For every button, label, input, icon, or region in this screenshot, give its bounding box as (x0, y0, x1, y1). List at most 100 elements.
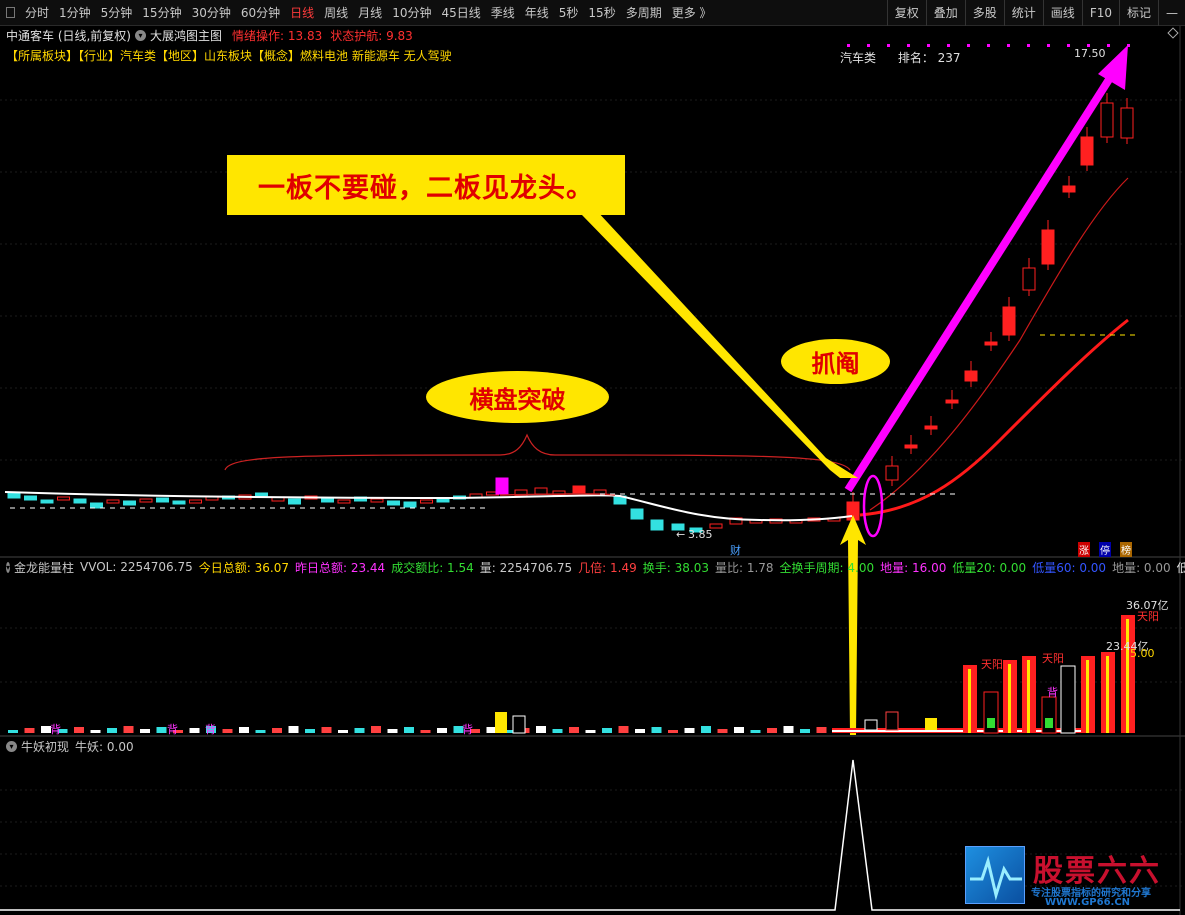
vol-item: 地量: 0.00 (1112, 560, 1171, 575)
bull-settings-icon[interactable]: ▾ (6, 740, 17, 752)
value-mid-label: 5.00 (1130, 647, 1155, 660)
volume-bar-core (1008, 664, 1011, 733)
volume-bar-core (968, 669, 971, 733)
watermark-logo: 股票六六 专注股票指标的研究和分享 WWW.GP66.CN (965, 842, 1180, 908)
vol-item: 低量20: 0.00 (952, 560, 1027, 575)
vol-item: 地量: 16.00 (880, 560, 947, 575)
volume-bar (404, 727, 414, 733)
candle (156, 497, 169, 503)
candle (924, 425, 938, 430)
candle (172, 500, 186, 505)
gate-bubble: 抓阄 (781, 339, 890, 384)
vol-item: 量比: 1.78 (714, 560, 774, 575)
candle (1062, 185, 1076, 193)
top-dot (847, 44, 850, 47)
top-dot (887, 44, 890, 47)
volume-bars (8, 615, 1135, 734)
vol-item[interactable]: 金龙能量柱 (14, 559, 74, 576)
volume-bar (305, 729, 315, 733)
volume-bar-core (1106, 656, 1109, 733)
consolidation-brace (224, 433, 851, 471)
volume-bar (925, 718, 937, 730)
top-dot (1067, 44, 1070, 47)
high-price-label: 17.50 (1074, 47, 1106, 60)
vol-item: 低量柱: 44672 (1176, 560, 1185, 575)
volume-bar (864, 719, 878, 731)
ma-line-red-thin (869, 177, 1129, 511)
vol-item: 昨日总额: 23.44 (294, 560, 386, 575)
volume-bar-inner (987, 718, 995, 728)
candle (904, 444, 918, 449)
volume-bar (321, 727, 332, 733)
candle (90, 502, 103, 509)
volume-bar (800, 729, 810, 733)
volume-bar-core (1126, 619, 1129, 733)
candle (572, 485, 586, 495)
ma-line-red-thick (859, 318, 1129, 517)
volume-bar (569, 727, 579, 733)
tian-yang-label: 天阳 (981, 658, 1003, 671)
volume-bar (239, 727, 249, 733)
top-dot (1047, 44, 1050, 47)
candle (1022, 267, 1036, 291)
volume-panel-header: ▾ 金龙能量柱 VVOL: 2254706.75 今日总额: 36.07 昨日总… (0, 558, 1185, 576)
top-dot (987, 44, 990, 47)
tag-bang[interactable]: 榜 (1120, 542, 1132, 557)
candle (403, 501, 417, 508)
top-dot (907, 44, 910, 47)
volume-bar (1060, 665, 1076, 734)
candle (189, 499, 202, 504)
volume-bar (371, 726, 381, 733)
candle (1041, 229, 1055, 265)
volume-bar (717, 729, 728, 733)
bottom-arrow (840, 515, 866, 735)
vol-item: 低量60: 0.00 (1032, 560, 1107, 575)
volume-bar (651, 727, 662, 733)
finance-tag[interactable]: 财 (730, 542, 741, 558)
candle (1080, 136, 1094, 166)
candle (73, 498, 87, 504)
candle (288, 498, 301, 505)
tag-zhang[interactable]: 涨 (1078, 542, 1090, 557)
vol-item: 量: 2254706.75 (479, 560, 573, 575)
candle (495, 477, 509, 495)
low-arrow-icon: ← (676, 528, 686, 541)
pulse-logo-icon (965, 846, 1025, 904)
tag-ting[interactable]: 停 (1099, 542, 1111, 557)
candle (420, 499, 433, 504)
candle (630, 508, 644, 520)
volume-bar-core (1027, 660, 1030, 733)
candle (650, 519, 664, 531)
bei-label: 背 (50, 723, 61, 736)
volume-bar (602, 728, 612, 733)
top-dot (947, 44, 950, 47)
volume-bar (74, 727, 84, 733)
top-dot (927, 44, 930, 47)
volume-bar (512, 715, 526, 734)
logo-url: WWW.GP66.CN (1045, 897, 1131, 908)
volume-bar (750, 730, 761, 733)
volume-bar (222, 729, 233, 733)
candle (106, 499, 120, 504)
volume-bar (684, 728, 695, 733)
volume-bar (24, 728, 35, 733)
volume-bar (255, 730, 266, 733)
breakout-bubble: 横盘突破 (426, 371, 609, 423)
volume-bar (107, 728, 117, 733)
bull-title[interactable]: 牛妖初现 (21, 738, 69, 755)
volume-bar (140, 729, 150, 733)
vol-item: 几倍: 1.49 (578, 560, 637, 575)
volume-bar (156, 727, 167, 733)
top-dot (1007, 44, 1010, 47)
top-dot (1107, 44, 1110, 47)
candle (57, 496, 70, 501)
volume-bar (767, 728, 777, 733)
strategy-callout: 一板不要碰，二板见龙头。 (227, 155, 625, 215)
volume-bar-inner (1045, 718, 1053, 728)
volume-bar (8, 730, 18, 733)
candle (1100, 102, 1114, 138)
volume-bar (338, 730, 348, 733)
volume-bar (734, 727, 744, 733)
candle (964, 370, 978, 382)
volume-settings-icon[interactable]: ▾ (6, 561, 11, 573)
